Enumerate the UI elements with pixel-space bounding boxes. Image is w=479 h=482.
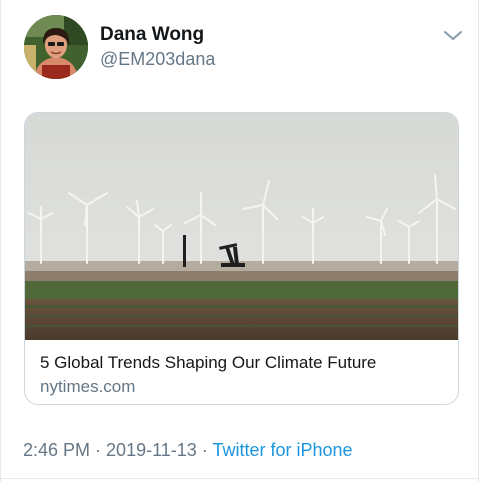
tweet-meta: 2:46 PM · 2019-11-13 · Twitter for iPhon…: [23, 440, 353, 461]
avatar[interactable]: [24, 15, 88, 79]
link-card[interactable]: 5 Global Trends Shaping Our Climate Futu…: [24, 112, 459, 405]
tweet-source-link[interactable]: Twitter for iPhone: [212, 440, 352, 460]
tweet-time[interactable]: 2:46 PM: [23, 440, 90, 460]
meta-separator: ·: [90, 440, 107, 460]
tweet-date[interactable]: 2019-11-13: [106, 440, 197, 460]
author-name[interactable]: Dana Wong: [100, 24, 204, 46]
tweet-card: Dana Wong @EM203dana 5 Global Trends Sha…: [0, 0, 479, 482]
profile-photo-icon: [24, 15, 88, 79]
link-card-domain: nytimes.com: [40, 377, 136, 396]
author-handle[interactable]: @EM203dana: [100, 49, 215, 70]
wind-turbines-photo-icon: [25, 113, 458, 340]
link-card-title: 5 Global Trends Shaping Our Climate Futu…: [40, 353, 377, 372]
meta-separator: ·: [196, 440, 213, 460]
divider: [1, 478, 479, 479]
chevron-down-icon[interactable]: [442, 28, 464, 44]
